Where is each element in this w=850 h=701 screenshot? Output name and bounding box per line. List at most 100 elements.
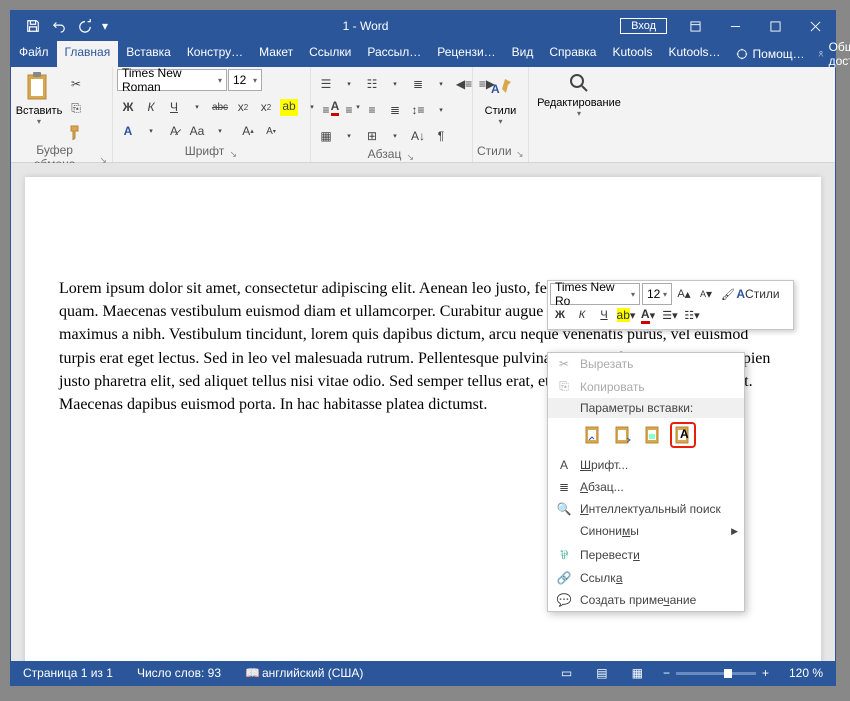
ctx-new-comment[interactable]: 💬Создать примечание [548,589,744,611]
zoom-in-button[interactable]: + [762,666,769,680]
ctx-font[interactable]: AШрифт... [548,454,744,476]
styles-button[interactable]: A Стили ▾ [477,69,524,128]
ctx-copy[interactable]: ⎘Копировать [548,375,744,398]
paragraph-dialog-launcher[interactable] [405,149,415,159]
page-indicator[interactable]: Страница 1 из 1 [19,666,117,680]
subscript-button[interactable]: x2 [232,96,254,118]
redo-icon[interactable] [73,14,97,38]
mini-shrink-font-button[interactable]: A▾ [696,284,716,304]
login-button[interactable]: Вход [620,18,667,34]
underline-button[interactable]: Ч [163,96,185,118]
minimize-icon[interactable] [715,11,755,41]
mini-font-size-combo[interactable]: 12▾ [642,283,672,305]
tab-layout[interactable]: Макет [251,41,301,67]
close-icon[interactable] [795,11,835,41]
tab-view[interactable]: Вид [504,41,542,67]
cut-icon[interactable]: ✂ [65,73,87,95]
mini-bold-button[interactable]: Ж [550,305,570,325]
align-right-button[interactable]: ≡ [361,99,383,121]
mini-font-color-button[interactable]: A▾ [638,305,658,325]
print-layout-icon[interactable]: ▤ [592,666,611,680]
copy-icon[interactable]: ⎘ [65,97,87,119]
font-size-combo[interactable]: 12▾ [228,69,262,91]
paste-picture-icon[interactable] [640,422,666,448]
zoom-slider[interactable]: − + [663,666,769,680]
shrink-font-button[interactable]: A▾ [260,120,282,142]
tab-file[interactable]: Файл [11,41,57,67]
clear-formatting-button[interactable]: A̷ [163,120,185,142]
mini-styles-button[interactable]: AСтили [740,284,776,304]
text-highlight-button[interactable]: ab [278,96,300,118]
superscript-button[interactable]: x2 [255,96,277,118]
paste-button[interactable]: Вставить ▾ [15,69,63,128]
format-painter-icon[interactable] [65,121,87,143]
paste-keep-source-icon[interactable] [580,422,606,448]
web-layout-icon[interactable]: ▦ [628,666,647,680]
mini-format-painter-icon[interactable]: 🖌 [718,284,738,304]
ctx-smart-lookup[interactable]: 🔍Интеллектуальный поиск [548,498,744,520]
grow-font-button[interactable]: A▴ [237,120,259,142]
mini-italic-button[interactable]: К [572,305,592,325]
tab-references[interactable]: Ссылки [301,41,359,67]
numbering-button[interactable]: ☷ [361,73,383,95]
italic-button[interactable]: К [140,96,162,118]
ctx-paragraph[interactable]: ≣Абзац... [548,476,744,498]
editing-label: Редактирование [537,97,621,109]
editing-button[interactable]: Редактирование ▾ [533,69,625,120]
tab-insert[interactable]: Вставка [118,41,179,67]
mini-font-name-combo[interactable]: Times New Ro▾ [550,283,640,305]
mini-grow-font-button[interactable]: A▴ [674,284,694,304]
share-button[interactable]: Общий доступ [811,41,850,67]
ctx-translate[interactable]: ⅌Перевести [548,542,744,567]
read-mode-icon[interactable]: ▭ [557,666,576,680]
tell-me-button[interactable]: Помощ… [729,41,811,67]
font-name-combo[interactable]: Times New Roman▾ [117,69,227,91]
text-effects-button[interactable]: A [117,120,139,142]
shading-button[interactable]: ▦ [315,125,337,147]
save-icon[interactable] [21,14,45,38]
sort-button[interactable]: A↓ [407,125,429,147]
qat-customize-icon[interactable]: ▾ [99,14,111,38]
ctx-link[interactable]: 🔗Ссылка [548,567,744,589]
maximize-icon[interactable] [755,11,795,41]
language-indicator[interactable]: 📖 английский (США) [241,666,367,680]
ctx-synonyms[interactable]: Синонимы▶ [548,520,744,542]
styles-dialog-launcher[interactable] [516,146,524,156]
tab-home[interactable]: Главная [57,41,119,67]
justify-button[interactable]: ≣ [384,99,406,121]
strikethrough-button[interactable]: abc [209,96,231,118]
borders-button[interactable]: ⊞ [361,125,383,147]
line-spacing-button[interactable]: ↕≡ [407,99,429,121]
tab-review[interactable]: Рецензи… [429,41,503,67]
ribbon-display-options-icon[interactable] [675,11,715,41]
decrease-indent-button[interactable]: ◀≡ [453,73,475,95]
tab-kutools-plus[interactable]: Kutools… [661,41,729,67]
paste-merge-icon[interactable] [610,422,636,448]
bold-button[interactable]: Ж [117,96,139,118]
show-marks-button[interactable]: ¶ [430,125,452,147]
tab-design[interactable]: Констру… [179,41,251,67]
mini-bullets-button[interactable]: ☰▾ [660,305,680,325]
mini-numbering-button[interactable]: ☷▾ [682,305,702,325]
align-center-button[interactable]: ≡ [338,99,360,121]
multilevel-list-button[interactable]: ≣ [407,73,429,95]
mini-highlight-button[interactable]: ab▾ [616,305,636,325]
tab-kutools[interactable]: Kutools [604,41,660,67]
undo-icon[interactable] [47,14,71,38]
group-font: Times New Roman▾ 12▾ Ж К Ч ▾ abc x2 x2 a… [113,67,311,162]
paste-label: Вставить [16,105,63,117]
mini-underline-button[interactable]: Ч [594,305,614,325]
font-dialog-launcher[interactable] [228,146,238,156]
zoom-level[interactable]: 120 % [785,666,827,680]
language-label: английский (США) [262,666,363,680]
clipboard-dialog-launcher[interactable] [98,152,108,162]
paste-text-only-icon[interactable]: A [670,422,696,448]
change-case-button[interactable]: Aa [186,120,208,142]
tab-help[interactable]: Справка [541,41,604,67]
align-left-button[interactable]: ≡ [315,99,337,121]
zoom-out-button[interactable]: − [663,666,670,680]
word-count[interactable]: Число слов: 93 [133,666,225,680]
ctx-cut[interactable]: ✂Вырезать [548,353,744,375]
bullets-button[interactable]: ☰ [315,73,337,95]
tab-mailings[interactable]: Рассыл… [359,41,429,67]
